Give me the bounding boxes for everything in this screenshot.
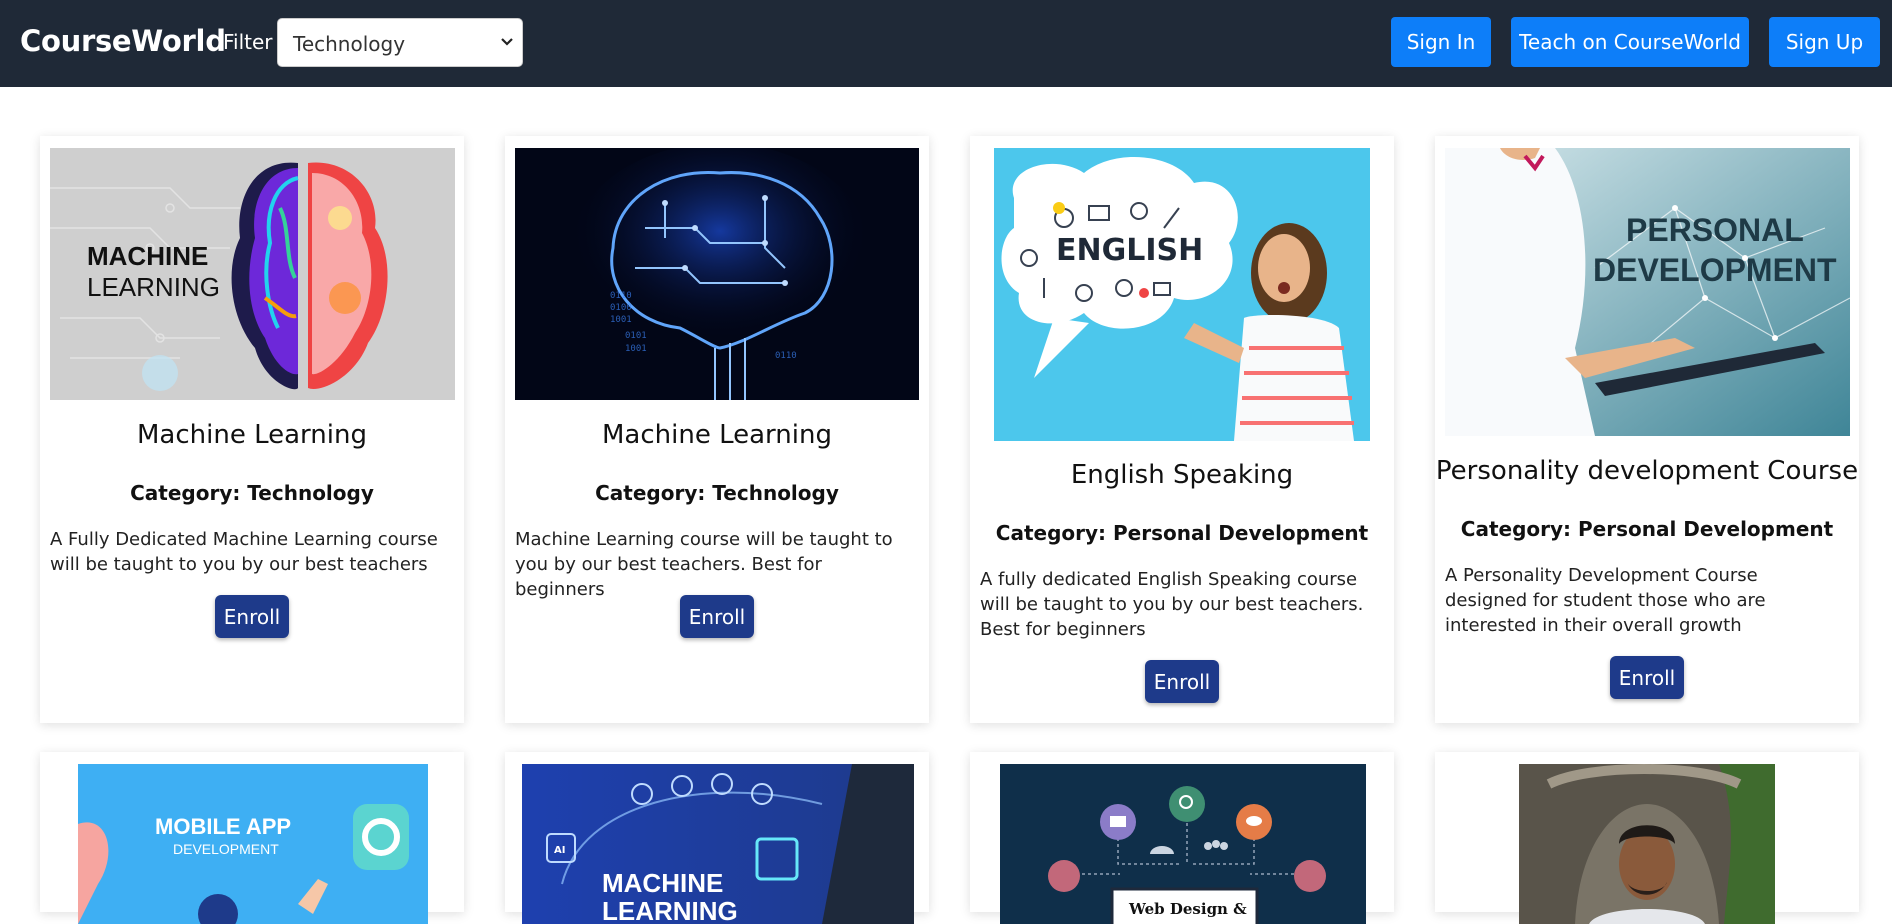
image-text-personal: PERSONAL [1626, 212, 1804, 248]
blue-brain-circuit-illustration: 0110 0100 1001 0101 1001 0110 [515, 148, 919, 400]
svg-text:0110: 0110 [610, 291, 632, 301]
course-category: Category: Personal Development [995, 521, 1369, 545]
svg-text:AI: AI [554, 845, 565, 856]
image-text-learning: LEARNING [87, 272, 220, 302]
course-description: A fully dedicated English Speaking cours… [980, 569, 1364, 640]
svg-text:1001: 1001 [610, 315, 632, 325]
image-text-machine: MACHINE [602, 868, 723, 898]
course-image [1519, 764, 1775, 924]
course-description: A Personality Development Course designe… [1445, 565, 1766, 636]
course-card: 0110 0100 1001 0101 1001 0110 Machine Learnin… [505, 136, 929, 723]
enroll-button[interactable]: Enroll [680, 595, 754, 638]
web-design-illustration: Web Design & [1000, 764, 1366, 924]
teach-button[interactable]: Teach on CourseWorld [1511, 17, 1749, 67]
course-card: Web Design & [970, 752, 1394, 924]
top-navbar: CourseWorld Filter Technology Sign In Te… [0, 0, 1892, 87]
brand-logo[interactable]: CourseWorld [20, 24, 226, 58]
svg-text:0101: 0101 [625, 331, 647, 341]
sign-in-button[interactable]: Sign In [1391, 17, 1491, 67]
course-title: Machine Learning [137, 420, 367, 450]
course-category: Category: Personal Development [1460, 517, 1834, 541]
image-text-machine: MACHINE [87, 241, 208, 271]
machine-learning-ai-illustration: AI MACHINE LEARNING [522, 764, 914, 924]
course-category: Category: Technology [130, 481, 374, 505]
course-title: Personality development Course [1435, 456, 1859, 486]
category-filter-select[interactable]: Technology [277, 18, 523, 67]
enroll-button[interactable]: Enroll [1610, 656, 1684, 699]
course-card: ENGLISH English Speaking Category: Perso… [970, 136, 1394, 723]
enroll-button[interactable]: Enroll [1145, 660, 1219, 703]
course-image: Web Design & [1000, 764, 1366, 924]
english-speaking-photo: ENGLISH [994, 148, 1370, 441]
image-text-english: ENGLISH [1056, 233, 1203, 268]
mobile-app-development-illustration: MOBILE APP DEVELOPMENT [78, 764, 428, 924]
image-text-learning: LEARNING [602, 896, 738, 924]
course-description: A Fully Dedicated Machine Learning cours… [50, 529, 438, 575]
course-title: Machine Learning [602, 420, 832, 450]
course-image: MOBILE APP DEVELOPMENT [78, 764, 428, 924]
chevron-down-icon [501, 38, 513, 46]
filter-selected-value: Technology [293, 32, 406, 56]
svg-text:0100: 0100 [610, 303, 632, 313]
svg-text:0110: 0110 [775, 351, 797, 361]
brain-circuit-illustration: MACHINE LEARNING [50, 148, 455, 400]
course-image: ENGLISH [994, 148, 1370, 441]
course-image: AI MACHINE LEARNING [522, 764, 914, 924]
image-text-development: DEVELOPMENT [173, 841, 279, 857]
course-title: English Speaking [1070, 460, 1294, 490]
course-image: PERSONAL DEVELOPMENT [1445, 148, 1850, 436]
image-text-mobile-app: MOBILE APP [155, 814, 291, 839]
course-image: 0110 0100 1001 0101 1001 0110 [515, 148, 919, 400]
instructor-portrait-photo [1519, 764, 1775, 924]
course-image: MACHINE LEARNING [50, 148, 455, 400]
course-card: PERSONAL DEVELOPMENT Personality develop… [1435, 136, 1859, 723]
course-description: Machine Learning course will be taught t… [515, 529, 893, 600]
filter-label: Filter [223, 30, 273, 54]
course-card [1435, 752, 1859, 924]
course-category: Category: Technology [595, 481, 839, 505]
course-card: MOBILE APP DEVELOPMENT [40, 752, 464, 924]
image-text-development: DEVELOPMENT [1593, 252, 1837, 288]
personal-development-photo: PERSONAL DEVELOPMENT [1445, 148, 1850, 436]
course-card: MACHINE LEARNING Machine Learning Catego… [40, 136, 464, 723]
course-card: AI MACHINE LEARNING [505, 752, 929, 924]
enroll-button[interactable]: Enroll [215, 595, 289, 638]
svg-text:1001: 1001 [625, 344, 647, 354]
sign-up-button[interactable]: Sign Up [1769, 17, 1880, 67]
